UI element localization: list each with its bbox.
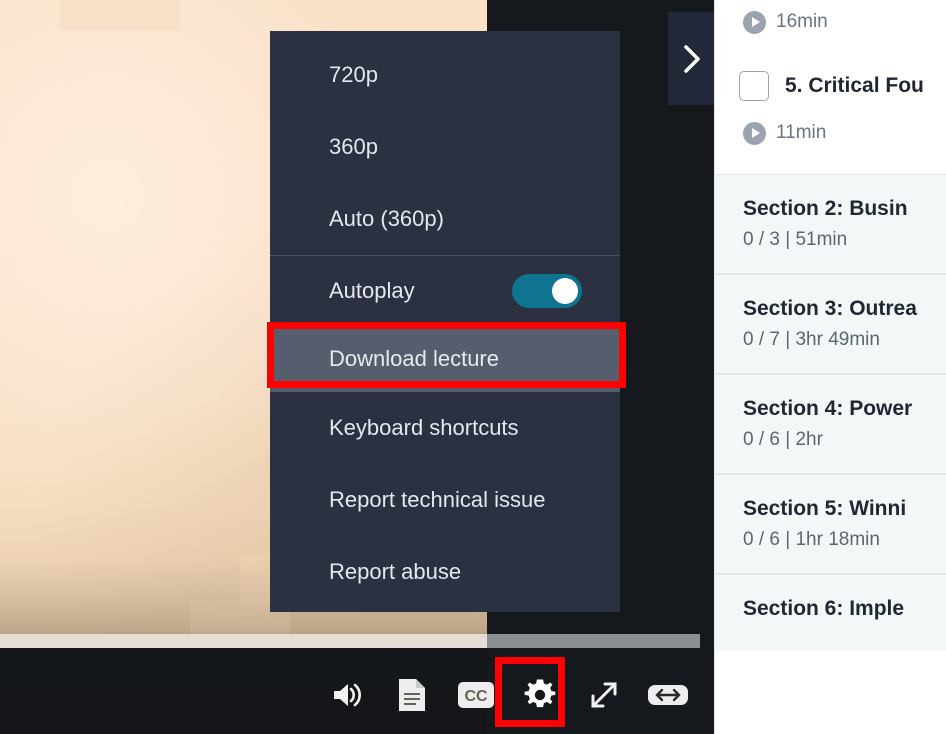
video-texture-blob [60,0,180,30]
resize-width-icon[interactable] [642,669,694,721]
section-meta: 0 / 6 | 1hr 18min [743,529,880,550]
menu-item-label: 360p [329,134,378,159]
menu-item-label: Auto (360p) [329,206,444,231]
menu-item-label: 720p [329,62,378,87]
menu-item-quality-720p[interactable]: 720p [270,39,620,111]
lecture-duration: 16min [776,11,828,32]
sidebar-collapse-button[interactable] [668,12,714,105]
sidebar-section-3[interactable]: Section 3: Outrea 0 / 7 | 3hr 49min [715,274,946,374]
sidebar-section-4[interactable]: Section 4: Power 0 / 6 | 2hr [715,374,946,474]
lecture-checkbox[interactable] [739,71,769,101]
play-icon [743,10,766,34]
autoplay-label: Autoplay [329,278,415,303]
sidebar-section-2[interactable]: Section 2: Busin 0 / 3 | 51min [715,174,946,274]
menu-item-label: Report abuse [329,559,462,584]
menu-item-autoplay[interactable]: Autoplay [270,256,620,326]
menu-item-label: Download lecture [329,346,499,371]
lecture-duration: 11min [776,122,827,143]
section-title: Section 2: Busin [743,197,908,220]
lecture-list: 16min 5. Critical Fou 11min [715,0,946,174]
chevron-right-icon [684,44,700,73]
section-title: Section 4: Power [743,397,913,420]
section-meta: 0 / 6 | 2hr [743,429,823,450]
menu-item-quality-auto[interactable]: Auto (360p) [270,183,620,255]
section-title: Section 3: Outrea [743,297,917,320]
menu-item-keyboard-shortcuts[interactable]: Keyboard shortcuts [270,392,620,464]
fullscreen-expand-icon[interactable] [578,669,630,721]
autoplay-toggle[interactable] [512,274,582,308]
section-title: Section 6: Imple [743,597,905,620]
menu-item-download-lecture[interactable]: Download lecture [270,326,620,392]
settings-menu: 720p 360p Auto (360p) Autoplay Download … [270,31,620,612]
menu-item-report-technical-issue[interactable]: Report technical issue [270,464,620,536]
player-control-bar: CC [0,655,714,734]
section-title: Section 5: Winni [743,497,907,520]
closed-captions-icon[interactable]: CC [450,669,502,721]
play-icon [743,121,766,145]
volume-icon[interactable] [322,669,374,721]
menu-item-label: Keyboard shortcuts [329,415,519,440]
list-item[interactable]: 5. Critical Fou [715,62,946,110]
lecture-title: 5. Critical Fou [785,74,924,97]
list-item-duration: 16min [715,0,946,44]
video-progress-bar[interactable] [0,634,700,648]
menu-item-quality-360p[interactable]: 360p [270,111,620,183]
quality-options-group: 720p 360p Auto (360p) [270,31,620,255]
section-meta: 0 / 7 | 3hr 49min [743,329,880,350]
list-item-duration: 11min [715,110,946,156]
svg-text:CC: CC [464,688,488,705]
video-progress-buffered [0,634,487,648]
sidebar-section-6[interactable]: Section 6: Imple [715,574,946,651]
transcript-icon[interactable] [386,669,438,721]
gear-icon[interactable] [514,669,566,721]
menu-item-report-abuse[interactable]: Report abuse [270,536,620,608]
course-curriculum-sidebar[interactable]: 16min 5. Critical Fou 11min Section 2: B… [714,0,946,734]
sidebar-section-5[interactable]: Section 5: Winni 0 / 6 | 1hr 18min [715,474,946,574]
video-player-page: CC 720p 360p Auto (360p) Autoplay Downlo… [0,0,946,734]
autoplay-toggle-knob [552,278,578,304]
section-meta: 0 / 3 | 51min [743,229,848,250]
menu-item-label: Report technical issue [329,487,546,512]
